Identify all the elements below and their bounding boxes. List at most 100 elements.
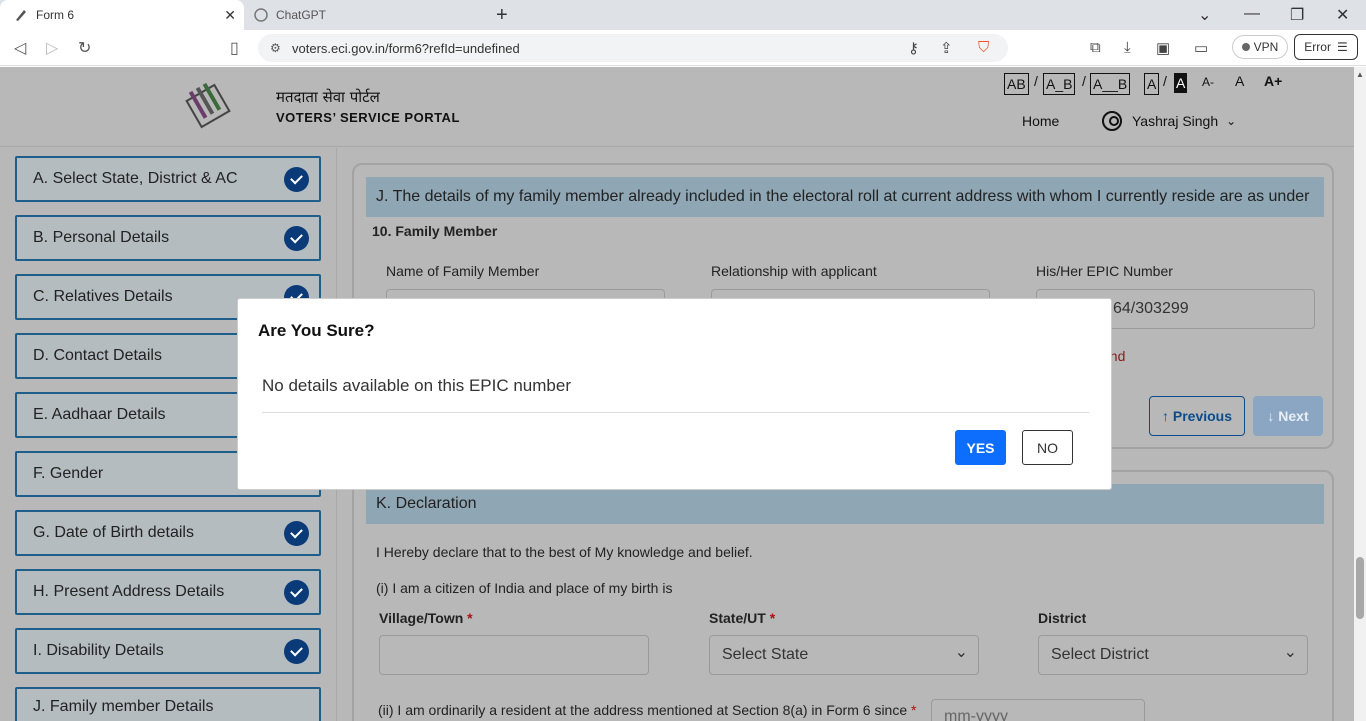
share-icon[interactable]: ⇪: [940, 39, 953, 57]
menu-icon: ☰: [1336, 40, 1348, 54]
access-separator: /: [1163, 73, 1167, 89]
check-circle-icon: [284, 167, 309, 192]
step-label: H. Present Address Details: [33, 583, 225, 600]
step-label: B. Personal Details: [33, 229, 170, 246]
dialog-title: Are You Sure?: [258, 321, 375, 340]
section-k-card: K. Declaration I Hereby declare that to …: [352, 470, 1334, 721]
step-label: F. Gender: [33, 465, 104, 482]
nav-home-link[interactable]: Home: [1022, 113, 1059, 129]
back-icon[interactable]: ◁: [14, 38, 26, 58]
step-a[interactable]: A. Select State, District & AC: [15, 156, 321, 202]
confirm-dialog: Are You Sure? No details available on th…: [237, 298, 1112, 490]
resident-text: (ii) I am ordinarily a resident at the a…: [378, 702, 917, 718]
arrow-down-icon: ↓: [1267, 408, 1279, 424]
extensions-icon[interactable]: ⧉: [1090, 39, 1101, 56]
access-font-ab[interactable]: AB: [1004, 73, 1029, 95]
village-input[interactable]: [379, 635, 649, 675]
portal-title-english: VOTERS’ SERVICE PORTAL: [276, 110, 460, 125]
check-circle-icon: [284, 580, 309, 605]
browser-tab-bar: Form 6 ✕ ChatGPT + ⌄ — ❐ ✕: [0, 0, 1366, 30]
family-name-label: Name of Family Member: [386, 263, 540, 279]
wallet-icon[interactable]: ▭: [1194, 39, 1208, 57]
dialog-message: No details available on this EPIC number: [262, 376, 571, 395]
user-menu[interactable]: Yashraj Singh ⌄: [1102, 111, 1236, 131]
step-b[interactable]: B. Personal Details: [15, 215, 321, 261]
url-input[interactable]: ⚙ voters.eci.gov.in/form6?refId=undefine…: [258, 34, 1008, 62]
new-tab-icon[interactable]: +: [496, 4, 508, 27]
resident-since-input[interactable]: mm-yyyy: [931, 699, 1145, 721]
vpn-status-icon: [1241, 43, 1250, 51]
scrollbar-thumb[interactable]: [1356, 557, 1364, 619]
access-separator: /: [1082, 73, 1086, 89]
close-window-icon[interactable]: ✕: [1336, 5, 1349, 25]
address-bar: ◁ ▷ ↻ ▯ ⚙ voters.eci.gov.in/form6?refId=…: [0, 30, 1366, 66]
district-label: District: [1038, 610, 1087, 626]
error-menu-button[interactable]: Error ☰: [1294, 34, 1358, 60]
section-j-heading: J. The details of my family member alrea…: [366, 177, 1324, 217]
arrow-up-icon: ↑: [1161, 408, 1173, 424]
declaration-text: I Hereby declare that to the best of My …: [376, 544, 753, 560]
step-i[interactable]: I. Disability Details: [15, 628, 321, 674]
relationship-label: Relationship with applicant: [711, 263, 877, 279]
eci-favicon-icon: [14, 8, 28, 22]
village-label: Village/Town *: [379, 610, 473, 626]
portal-title-hindi: मतदाता सेवा पोर्टल: [276, 88, 380, 106]
access-contrast-dark[interactable]: A: [1174, 73, 1188, 93]
previous-button[interactable]: ↑ Previous: [1149, 396, 1245, 436]
vpn-button[interactable]: VPN: [1232, 35, 1288, 59]
check-circle-icon: [284, 639, 309, 664]
epic-label: His/Her EPIC Number: [1036, 263, 1173, 279]
step-h[interactable]: H. Present Address Details: [15, 569, 321, 615]
section-k-heading: K. Declaration: [366, 484, 1324, 524]
step-label: E. Aadhaar Details: [33, 406, 166, 423]
tab-search-icon[interactable]: ⌄: [1198, 5, 1211, 25]
dialog-divider: [262, 412, 1089, 413]
tab-form6[interactable]: Form 6 ✕: [0, 0, 244, 30]
sidebar-icon[interactable]: ▣: [1156, 39, 1170, 57]
step-j[interactable]: J. Family member Details: [15, 687, 321, 721]
access-separator: /: [1034, 73, 1038, 89]
step-label: C. Relatives Details: [33, 288, 173, 305]
key-icon[interactable]: ⚷: [908, 39, 919, 57]
font-decrease-button[interactable]: A-: [1202, 75, 1214, 89]
check-circle-icon: [284, 226, 309, 251]
restore-icon[interactable]: ❐: [1290, 5, 1304, 25]
user-name: Yashraj Singh: [1132, 113, 1219, 129]
step-label: G. Date of Birth details: [33, 524, 194, 541]
step-label: A. Select State, District & AC: [33, 170, 238, 187]
download-icon[interactable]: ⤓: [1124, 39, 1131, 56]
forward-icon[interactable]: ▷: [46, 38, 58, 58]
next-button[interactable]: ↓ Next: [1253, 396, 1323, 436]
no-button[interactable]: NO: [1022, 430, 1073, 465]
check-circle-icon: [284, 521, 309, 546]
step-label: I. Disability Details: [33, 642, 164, 659]
eci-logo: [178, 77, 238, 135]
bookmark-icon[interactable]: ▯: [230, 38, 239, 58]
access-font-a--b[interactable]: A__B: [1090, 73, 1131, 95]
url-text: voters.eci.gov.in/form6?refId=undefined: [292, 40, 520, 56]
tab-label: ChatGPT: [276, 8, 327, 22]
minimize-icon[interactable]: —: [1244, 5, 1260, 23]
step-label: D. Contact Details: [33, 347, 162, 364]
step-g[interactable]: G. Date of Birth details: [15, 510, 321, 556]
chevron-down-icon: ⌄: [1226, 114, 1237, 128]
error-label: Error: [1304, 40, 1331, 54]
reload-icon[interactable]: ↻: [78, 38, 91, 58]
yes-button[interactable]: YES: [955, 430, 1006, 465]
brave-shield-icon[interactable]: ⛉: [978, 39, 989, 56]
scroll-up-icon[interactable]: ▲: [1356, 70, 1364, 79]
site-info-icon[interactable]: ⚙: [270, 41, 281, 55]
chatgpt-favicon-icon: [254, 8, 268, 22]
user-account-icon: [1102, 111, 1122, 131]
state-select[interactable]: Select State: [709, 635, 979, 675]
close-tab-icon[interactable]: ✕: [224, 7, 236, 24]
access-font-a-b[interactable]: A_B: [1043, 73, 1076, 95]
tab-chatgpt[interactable]: ChatGPT: [246, 0, 482, 30]
page-scrollbar[interactable]: ▲: [1354, 67, 1366, 721]
district-select[interactable]: Select District: [1038, 635, 1308, 675]
font-normal-button[interactable]: A: [1235, 73, 1244, 89]
state-label: State/UT *: [709, 610, 776, 626]
access-contrast-normal[interactable]: A: [1144, 73, 1160, 95]
font-increase-button[interactable]: A+: [1264, 73, 1282, 89]
site-header: मतदाता सेवा पोर्टल VOTERS’ SERVICE PORTA…: [0, 67, 1354, 147]
